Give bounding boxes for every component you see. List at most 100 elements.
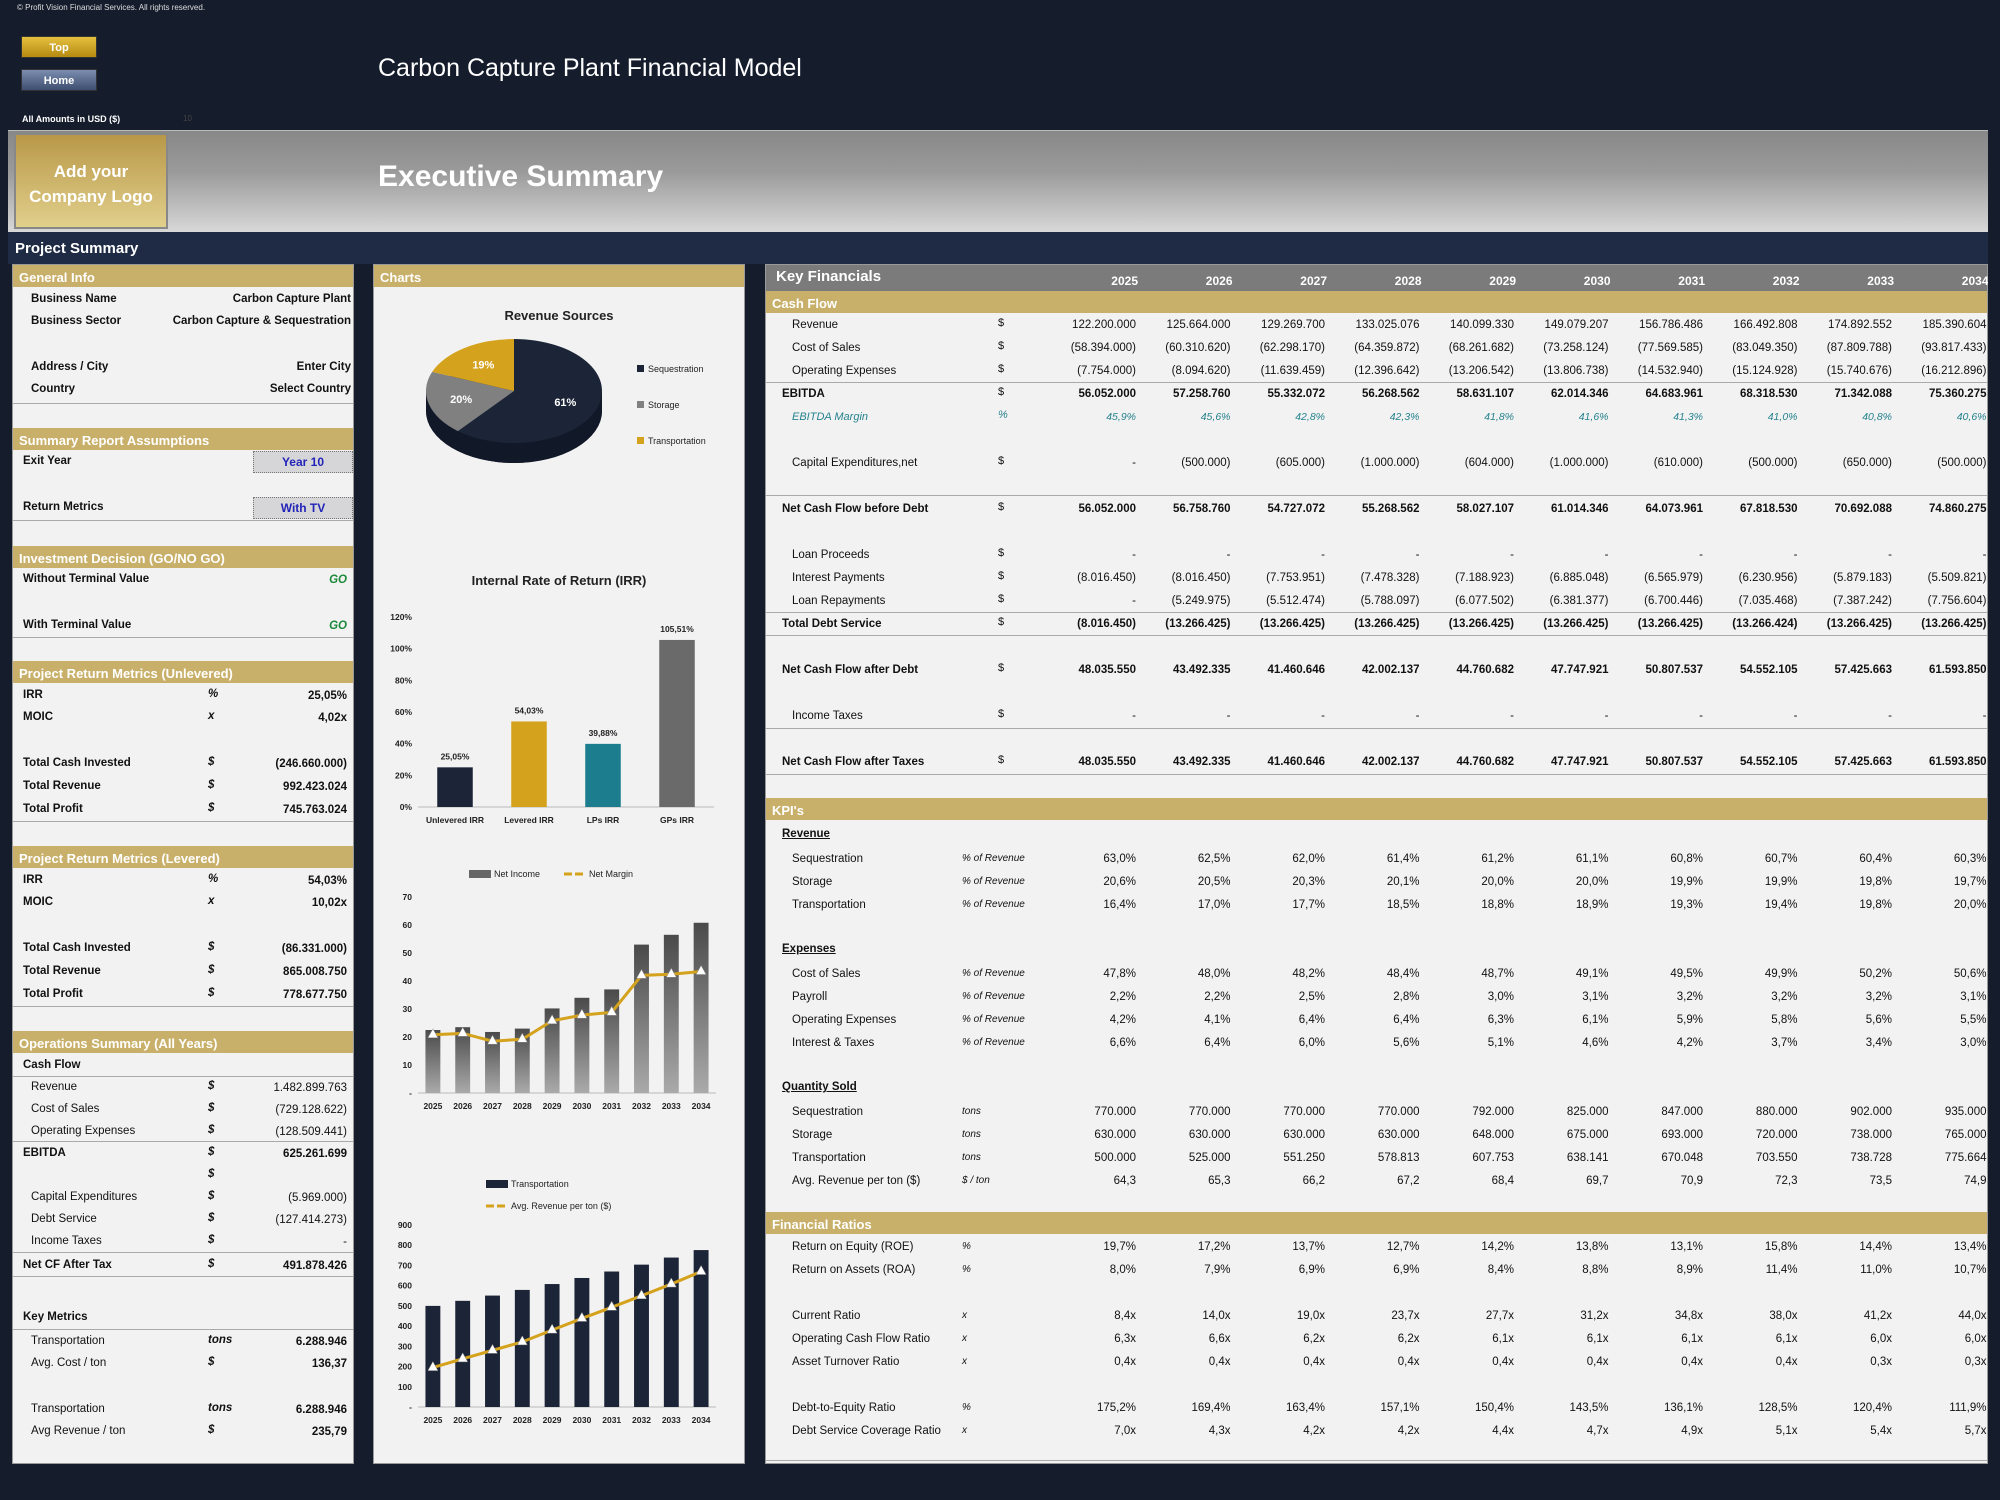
cash-flow-row: Loan Proceeds $ - - - - - - - - - - — [766, 544, 1987, 566]
cell-value: 770.000 — [1188, 1106, 1231, 1118]
cell-value: - — [1510, 549, 1514, 561]
cell-value: 4,2% — [1109, 1014, 1136, 1026]
kpi-row: Transportation % of Revenue 16,4% 17,0% 17,7… — [766, 894, 1987, 916]
row-unit: $ — [998, 455, 1005, 467]
cell-value: 122.200.000 — [1072, 319, 1136, 331]
kpi-row: Operating Expenses % of Revenue 4,2% 4,1% 6,… — [766, 1009, 1987, 1031]
home-button[interactable]: Home — [21, 69, 97, 91]
row-unit: $ — [208, 779, 215, 791]
cell-value: 61,1% — [1575, 853, 1609, 865]
bar-2031 — [604, 1271, 620, 1407]
return-metrics-dropdown[interactable]: With TV — [253, 497, 353, 519]
x-tick-label: 2029 — [543, 1415, 562, 1425]
cell-value: 2,8% — [1393, 991, 1420, 1003]
legend-swatch — [637, 365, 644, 372]
row-unit: $ — [998, 317, 1005, 329]
y-tick-label: 60% — [395, 707, 412, 717]
kpi-row: Interest & Taxes % of Revenue 6,6% 6,4% 6,0%… — [766, 1032, 1987, 1054]
kpi-row: Sequestration % of Revenue 63,0% 62,5% 62,0%… — [766, 848, 1987, 870]
cell-value: 54.552.105 — [1739, 756, 1798, 768]
vertical-scrollbar[interactable] — [1988, 0, 2000, 1500]
y-tick-label: 120% — [390, 612, 412, 622]
row-label: Capital Expenditures — [31, 1191, 138, 1203]
cell-value: 6,4% — [1393, 1014, 1420, 1026]
row-unit: x — [962, 1356, 967, 1367]
cell-value: (7.035.468) — [1738, 595, 1798, 607]
row-label: Cost of Sales — [792, 968, 861, 980]
bar-2034 — [693, 922, 709, 1093]
divider — [766, 728, 1987, 729]
exit-year-dropdown[interactable]: Year 10 — [253, 451, 353, 473]
row-unit: $ — [208, 941, 215, 953]
cell-value: (1.000.000) — [1549, 457, 1609, 469]
row-unit: $ — [208, 1234, 215, 1246]
row-label: Total Revenue — [23, 965, 101, 977]
x-tick-label: Levered IRR — [504, 815, 554, 825]
cash-flow-row: Income Taxes $ - - - - - - - - - - — [766, 705, 1987, 727]
cell-value: 0,3x — [1964, 1356, 1987, 1368]
cell-value: 63,0% — [1103, 853, 1136, 865]
cell-value: 5,8% — [1771, 1014, 1798, 1026]
row-unit: $ — [998, 616, 1005, 628]
cell-value: 6,0x — [1870, 1333, 1892, 1345]
row-label: Total Profit — [23, 803, 83, 815]
row-unit: $ — [208, 1168, 215, 1180]
cell-value: 6,2x — [1303, 1333, 1325, 1345]
row-unit: $ — [998, 501, 1005, 513]
bar-data-label: 54,03% — [515, 705, 544, 715]
top-button[interactable]: Top — [21, 36, 97, 58]
cell-value: 4,4x — [1492, 1425, 1514, 1437]
legend-label: Avg. Revenue per ton ($) — [511, 1201, 611, 1211]
cell-value: 163,4% — [1285, 1402, 1325, 1414]
row-value: 10,02x — [311, 897, 347, 909]
cell-value: - — [1604, 549, 1609, 561]
return-metric-row: Total Profit $745.763.024 — [13, 799, 353, 821]
cash-flow-row: EBITDA $56.052.000 57.258.760 55.332.072 56.… — [766, 383, 1987, 405]
legend-label: Net Income — [494, 869, 540, 879]
cell-value: (6.565.979) — [1644, 572, 1703, 584]
cell-value: 175,2% — [1096, 1402, 1136, 1414]
year-column-header: 2026 — [1205, 274, 1233, 288]
cell-value: 902.000 — [1850, 1106, 1892, 1118]
cell-value: 6,9% — [1298, 1264, 1325, 1276]
cell-value: 0,4x — [1208, 1356, 1231, 1368]
company-logo-placeholder[interactable]: Add your Company Logo — [14, 133, 168, 229]
cell-value: 45,6% — [1200, 411, 1231, 423]
row-label: EBITDA Margin — [792, 411, 869, 423]
cell-value: - — [1982, 549, 1987, 561]
cell-value: 41,6% — [1578, 411, 1609, 423]
cell-value: - — [1226, 710, 1231, 722]
cell-value: 630.000 — [1283, 1129, 1325, 1141]
x-tick-label: 2027 — [483, 1101, 502, 1111]
cell-value: 54.552.105 — [1739, 664, 1798, 676]
row-unit: $ — [998, 386, 1005, 398]
cell-value: 50,2% — [1859, 968, 1892, 980]
x-tick-label: 2030 — [572, 1415, 591, 1425]
cell-value: 0,4x — [1397, 1356, 1420, 1368]
year-column-header: 2034 — [1961, 274, 1989, 288]
cash-flow-row: Net Cash Flow after Taxes $48.035.550 43.4… — [766, 751, 1987, 773]
row-value: Carbon Capture Plant — [232, 293, 351, 305]
row-label: IRR — [23, 689, 43, 701]
cell-value: 128,5% — [1758, 1402, 1798, 1414]
divider — [766, 635, 1987, 636]
cell-value: (13.266.425) — [1354, 618, 1420, 630]
row-value: 1.482.899.763 — [273, 1082, 347, 1094]
cell-value: 17,2% — [1197, 1241, 1231, 1253]
cell-value: 20,0% — [1575, 876, 1609, 888]
cell-value: (87.809.788) — [1826, 342, 1892, 354]
y-tick-label: 900 — [398, 1220, 412, 1230]
y-tick-label: 40 — [403, 976, 413, 986]
row-unit: % — [962, 1264, 971, 1275]
row-unit: $ — [998, 593, 1005, 605]
ratio-row: Asset Turnover Ratio x 0,4x 0,4x 0,4x 0,4x 0,4… — [766, 1351, 1987, 1373]
ratio-row: Debt-to-Equity Ratio% 175,2% 169,4% 163,4% 1… — [766, 1397, 1987, 1419]
legend-label: Transportation — [648, 436, 706, 446]
row-unit: % of Revenue — [962, 876, 1025, 887]
y-tick-label: 200 — [398, 1362, 412, 1372]
pie-chart-title: Revenue Sources — [504, 308, 614, 323]
row-label: Capital Expenditures,net — [792, 457, 918, 469]
row-label: Return on Equity (ROE) — [792, 1241, 914, 1253]
cell-value: (16.212.896) — [1921, 365, 1987, 377]
row-label: Net Cash Flow before Debt — [782, 503, 929, 515]
